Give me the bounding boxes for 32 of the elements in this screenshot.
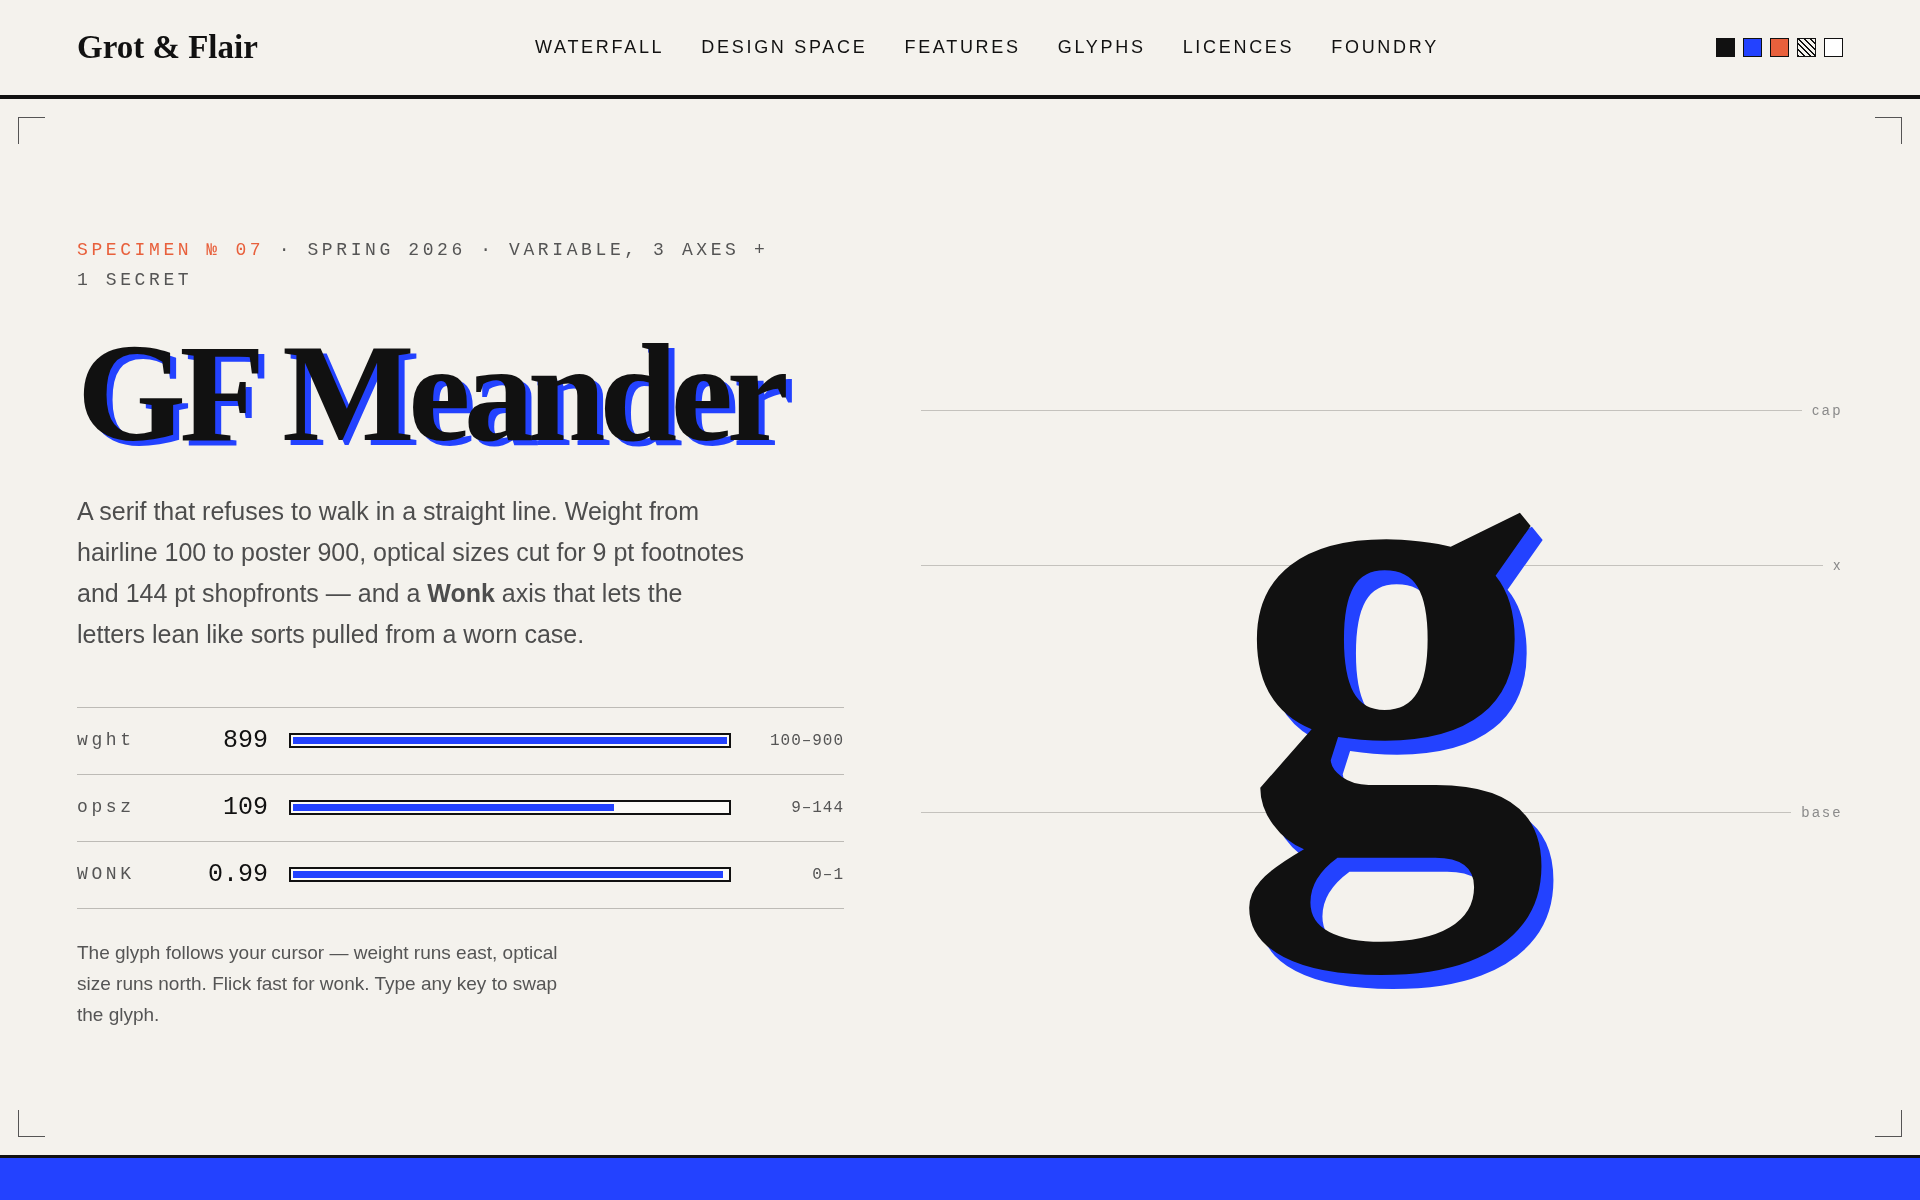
color-swatch-icon[interactable] bbox=[1770, 38, 1789, 57]
axis-range: 0–1 bbox=[812, 864, 844, 886]
color-swatch-icon[interactable] bbox=[1824, 38, 1843, 57]
nav-link[interactable]: DESIGN SPACE bbox=[701, 36, 868, 59]
specimen-caption: SPECIMEN № 07 · SPRING 2026 · VARIABLE, 3 AXES + 1 SECRET bbox=[77, 238, 770, 292]
hatched-swatch-icon[interactable] bbox=[1797, 38, 1816, 57]
nav-link[interactable]: LICENCES bbox=[1182, 36, 1295, 59]
specimen-glyph: g bbox=[1220, 490, 1586, 1017]
nav-link[interactable]: WATERFALL bbox=[535, 36, 665, 59]
hint-text: The glyph follows your cursor — weight runs east, optical size runs north. Flick fast for wonk. Type any key to swap the glyph. bbox=[77, 940, 559, 1027]
axis-value: 109 bbox=[223, 791, 268, 824]
corner-mark-icon bbox=[18, 1110, 45, 1137]
nav-link[interactable]: GLYPHS bbox=[1057, 36, 1146, 59]
nav-link[interactable]: FEATURES bbox=[904, 36, 1021, 59]
axis-range: 9–144 bbox=[791, 797, 844, 819]
color-swatch-icon[interactable] bbox=[1743, 38, 1762, 57]
description-text: A serif that refuses to walk in a straight line. Weight from hairline 100 to poster 900, optical sizes cut for 9 pt footnotes and 144 pt shopfronts — and a Wonk axis that lets the letters lean like sorts pulled from a worn case. bbox=[77, 495, 745, 650]
axis-tag: opsz bbox=[77, 794, 135, 821]
corner-mark-icon bbox=[1875, 117, 1902, 144]
axis-value: 899 bbox=[223, 724, 268, 757]
logo[interactable]: Grot & Flair bbox=[77, 29, 258, 66]
axis-range: 100–900 bbox=[770, 730, 844, 752]
corner-mark-icon bbox=[18, 117, 45, 144]
corner-mark-icon bbox=[1875, 1110, 1902, 1137]
nav-link[interactable]: FOUNDRY bbox=[1331, 36, 1439, 59]
color-swatch-icon[interactable] bbox=[1716, 38, 1735, 57]
axis-tag: wght bbox=[77, 727, 135, 754]
guide-label: x bbox=[1833, 558, 1843, 572]
axis-tag: WONK bbox=[77, 861, 135, 888]
guide-label: cap bbox=[1812, 403, 1843, 417]
axis-value: 0.99 bbox=[208, 858, 268, 891]
guide-label: base bbox=[1801, 805, 1843, 819]
